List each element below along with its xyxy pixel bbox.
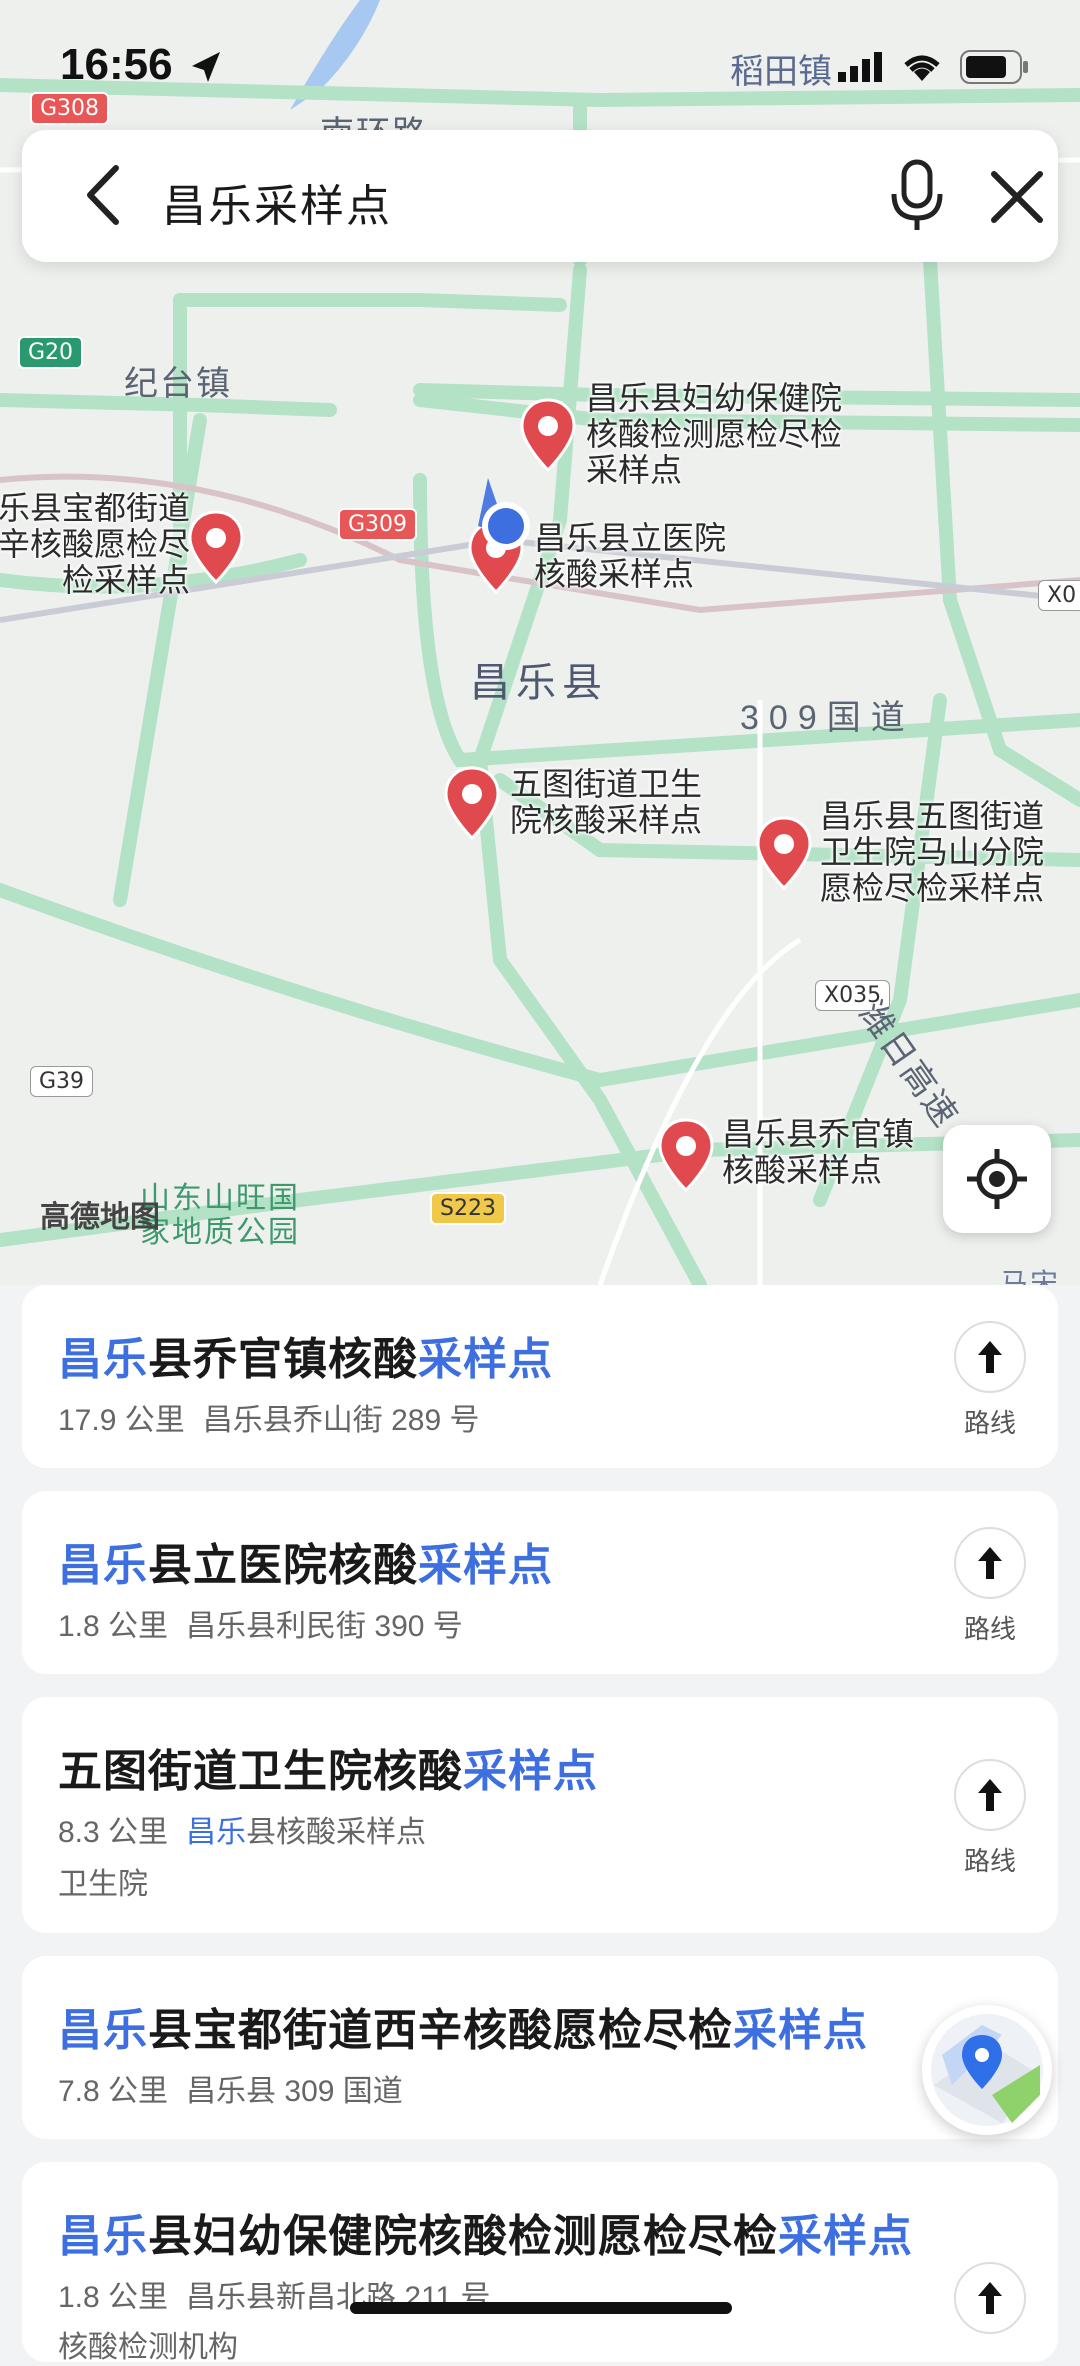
map-label-shanwang-geopark: 山东山旺国家地质公园 [140, 1182, 300, 1249]
result-category: 核酸检测机构 [58, 2331, 238, 2364]
result-card[interactable]: 昌乐县乔官镇核酸采样点 17.9 公里 昌乐县乔山街 289 号 路线 [22, 1285, 1058, 1468]
map-pin-icon[interactable] [756, 816, 812, 890]
result-title: 昌乐县妇幼保健院核酸检测愿检尽检采样点 [58, 2212, 913, 2261]
map-pin-icon[interactable] [658, 1118, 714, 1192]
back-arrow-icon[interactable] [72, 160, 142, 230]
search-bar[interactable]: 昌乐采样点 [22, 130, 1058, 262]
poi-label-county-hospital[interactable]: 昌乐县立医院核酸采样点 [534, 520, 754, 592]
map-pin-icon[interactable] [520, 398, 576, 472]
map-label-jitai-town: 纪台镇 [124, 365, 232, 403]
map-pin-icon[interactable] [444, 766, 500, 840]
result-title: 昌乐县宝都街道西辛核酸愿检尽检采样点 [58, 2006, 868, 2055]
result-meta: 7.8 公里 昌乐县 309 国道 [58, 2075, 403, 2108]
road-badge-g39: G39 [30, 1066, 94, 1097]
map-label-309-highway: 309国道 [740, 699, 915, 737]
wifi-icon [904, 55, 940, 81]
map-label-changle-county: 昌乐县 [470, 661, 608, 705]
home-indicator [350, 2302, 732, 2314]
result-card[interactable]: 昌乐县妇幼保健院核酸检测愿检尽检采样点 1.8 公里 昌乐县新昌北路 211 号 … [22, 2162, 1058, 2364]
close-icon[interactable] [982, 162, 1052, 232]
locate-me-button[interactable] [943, 1125, 1051, 1233]
result-meta: 8.3 公里 昌乐县核酸采样点 [58, 1816, 427, 1849]
route-arrow-icon [978, 2282, 1002, 2314]
poi-label-mashan-branch[interactable]: 昌乐县五图街道卫生院马山分院愿检尽检采样点 [820, 798, 1070, 906]
road-badge-g309: G309 [338, 508, 418, 541]
result-title: 昌乐县立医院核酸采样点 [58, 1541, 553, 1590]
road-badge-g20: G20 [18, 336, 84, 369]
amap-logo: 高德地图 [40, 1201, 160, 1234]
back-to-map-button[interactable] [922, 2005, 1052, 2135]
route-button[interactable] [954, 2262, 1026, 2334]
crosshair-icon [967, 1149, 1027, 1209]
microphone-icon[interactable] [882, 158, 952, 234]
result-meta: 17.9 公里 昌乐县乔山街 289 号 [58, 1404, 480, 1437]
poi-label-qiaoguan-town[interactable]: 昌乐县乔官镇核酸采样点 [722, 1116, 942, 1188]
result-title: 五图街道卫生院核酸采样点 [58, 1747, 598, 1796]
battery-icon [960, 50, 1028, 84]
cellular-signal-icon [838, 52, 882, 82]
status-location-label: 稻田镇 [730, 53, 832, 91]
route-arrow-icon [978, 1547, 1002, 1579]
road-badge-s223: S223 [430, 1192, 506, 1225]
route-button[interactable]: 路线 [954, 1321, 1026, 1440]
poi-label-maternal-child-hospital[interactable]: 昌乐县妇幼保健院核酸检测愿检尽检采样点 [586, 380, 846, 488]
map-label-masong: 马宋 [1000, 1268, 1061, 1285]
poi-label-wutu-clinic[interactable]: 五图街道卫生院核酸采样点 [510, 766, 730, 838]
result-card[interactable]: 昌乐县立医院核酸采样点 1.8 公里 昌乐县利民街 390 号 路线 [22, 1491, 1058, 1674]
status-time: 16:56 [60, 40, 173, 89]
result-meta: 1.8 公里 昌乐县利民街 390 号 [58, 1610, 463, 1643]
route-button[interactable]: 路线 [954, 1527, 1026, 1646]
result-title: 昌乐县乔官镇核酸采样点 [58, 1335, 553, 1384]
map-pin-icon[interactable] [188, 510, 244, 584]
location-arrow-icon [192, 52, 220, 82]
road-badge-g308: G308 [30, 92, 110, 125]
road-badge-x0: X0 [1038, 580, 1080, 611]
current-location-icon [478, 478, 530, 550]
result-card[interactable]: 五图街道卫生院核酸采样点 8.3 公里 昌乐县核酸采样点 卫生院 路线 [22, 1697, 1058, 1933]
result-card[interactable]: 昌乐县宝都街道西辛核酸愿检尽检采样点 7.8 公里 昌乐县 309 国道 [22, 1956, 1058, 2139]
route-arrow-icon [978, 1341, 1002, 1373]
poi-label-baodu-xixin[interactable]: 昌乐县宝都街道西辛核酸愿检尽检采样点 [0, 490, 190, 598]
result-category: 卫生院 [58, 1868, 148, 1901]
route-arrow-icon [978, 1779, 1002, 1811]
map-icon [931, 2014, 1043, 2126]
search-input[interactable]: 昌乐采样点 [162, 170, 392, 234]
map-view[interactable]: 16:56 稻田镇 G308 G20 G309 X0 X035 G39 S223… [0, 0, 1080, 1285]
route-button[interactable]: 路线 [954, 1759, 1026, 1878]
